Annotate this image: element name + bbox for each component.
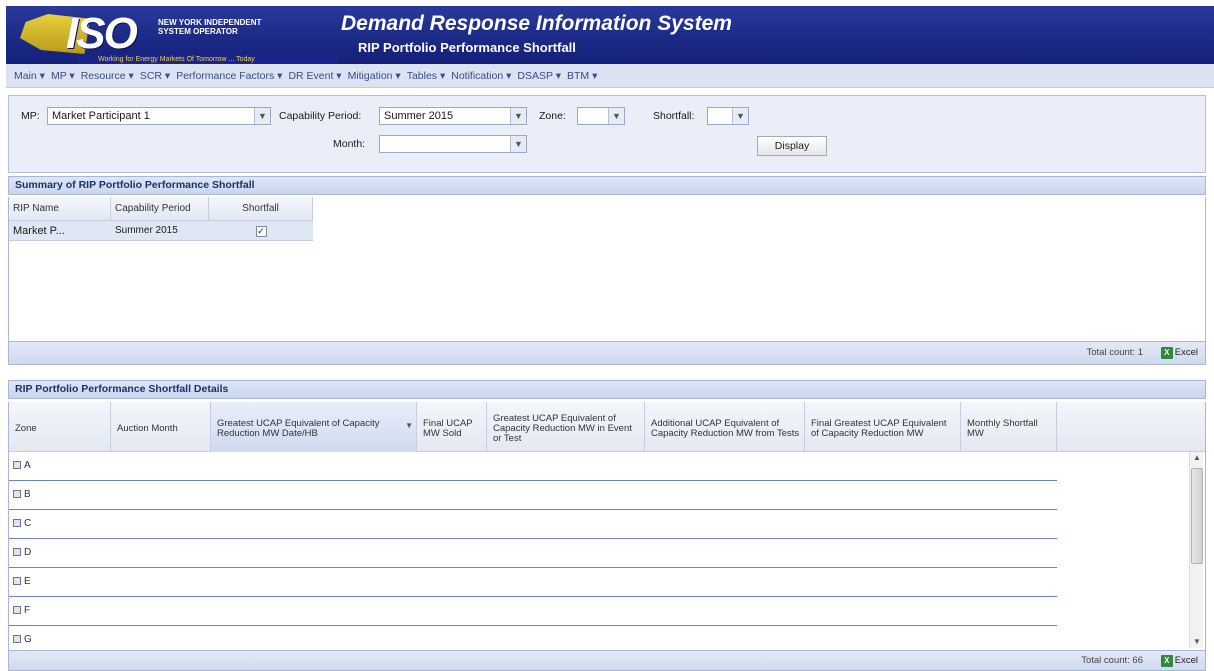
- column-header-greatest-ucap-date-label: Greatest UCAP Equivalent of Capacity Red…: [217, 418, 380, 439]
- mp-select-value: Market Participant 1: [52, 110, 150, 122]
- group-label: C: [24, 518, 32, 529]
- rip-name-cell: Market P...: [13, 225, 65, 237]
- zone-select[interactable]: ▼: [577, 107, 625, 125]
- group-label: A: [24, 460, 31, 471]
- column-header-capability-period[interactable]: Capability Period: [111, 197, 209, 220]
- chevron-down-icon[interactable]: ▼: [732, 108, 748, 124]
- excel-label: Excel: [1174, 347, 1198, 358]
- excel-label: Excel: [1174, 655, 1198, 666]
- menu-mitigation[interactable]: Mitigation ▾: [348, 70, 401, 82]
- excel-icon: X: [1160, 655, 1173, 667]
- details-excel-button[interactable]: X Excel: [1159, 653, 1201, 669]
- scroll-up-icon[interactable]: ▲: [1190, 452, 1204, 464]
- menu-scr[interactable]: SCR ▾: [140, 70, 170, 82]
- column-header-monthly-shortfall[interactable]: Monthly Shortfall MW: [961, 402, 1057, 452]
- group-label: F: [24, 605, 31, 616]
- month-label: Month:: [333, 138, 366, 150]
- mp-label: MP:: [21, 110, 40, 122]
- column-header-additional-ucap-tests[interactable]: Additional UCAP Equivalent of Capacity R…: [645, 402, 805, 452]
- summary-excel-button[interactable]: X Excel: [1159, 345, 1201, 361]
- group-label: D: [24, 547, 32, 558]
- column-header-zone[interactable]: Zone: [9, 402, 111, 452]
- shortfall-cell: ✓: [209, 221, 313, 240]
- chevron-down-icon[interactable]: ▼: [510, 108, 526, 124]
- menu-dsasp[interactable]: DSASP ▾: [517, 70, 561, 82]
- capability-period-cell: Summer 2015: [115, 225, 178, 236]
- capability-period-select[interactable]: Summer 2015 ▼: [379, 107, 527, 125]
- excel-icon: X: [1160, 347, 1173, 359]
- expand-icon[interactable]: [13, 606, 21, 615]
- shortfall-label: Shortfall:: [653, 110, 695, 122]
- shortfall-select[interactable]: ▼: [707, 107, 749, 125]
- scroll-down-icon[interactable]: ▼: [1190, 636, 1204, 648]
- nyiso-logo: ISO NEW YORK INDEPENDENT SYSTEM OPERATOR…: [20, 9, 340, 64]
- column-header-rip-name[interactable]: RIP Name: [9, 197, 111, 220]
- column-header-greatest-ucap-date[interactable]: Greatest UCAP Equivalent of Capacity Red…: [211, 402, 417, 452]
- scrollbar-thumb[interactable]: [1191, 468, 1203, 564]
- menu-btm[interactable]: BTM ▾: [567, 70, 597, 82]
- app-title: Demand Response Information System: [341, 12, 732, 35]
- menu-mp[interactable]: MP ▾: [51, 70, 75, 82]
- details-total-count: Total count: 66: [1081, 655, 1143, 666]
- group-label: B: [24, 489, 31, 500]
- group-row-zone-g[interactable]: G: [9, 626, 1057, 650]
- display-button[interactable]: Display: [757, 136, 827, 156]
- chevron-down-icon[interactable]: ▼: [254, 108, 270, 124]
- zone-label: Zone:: [539, 110, 566, 122]
- summary-grid: RIP Name Capability Period Shortfall Mar…: [8, 197, 1206, 341]
- tagline: Working for Energy Markets Of Tomorrow .…: [78, 55, 338, 64]
- mp-select[interactable]: Market Participant 1 ▼: [47, 107, 271, 125]
- expand-icon[interactable]: [13, 490, 21, 499]
- group-row-zone-a[interactable]: A: [9, 452, 1057, 481]
- column-header-final-greatest-ucap[interactable]: Final Greatest UCAP Equivalent of Capaci…: [805, 402, 961, 452]
- menu-notification[interactable]: Notification ▾: [451, 70, 511, 82]
- details-header-row: Zone Auction Month Greatest UCAP Equival…: [9, 402, 1205, 452]
- details-footer: Total count: 66 X Excel: [8, 650, 1206, 671]
- summary-total-count: Total count: 1: [1086, 347, 1143, 358]
- group-row-zone-b[interactable]: B: [9, 481, 1057, 510]
- chevron-down-icon[interactable]: ▼: [608, 108, 624, 124]
- menu-dr-event[interactable]: DR Event ▾: [288, 70, 341, 82]
- menu-resource[interactable]: Resource ▾: [81, 70, 134, 82]
- group-row-zone-d[interactable]: D: [9, 539, 1057, 568]
- expand-icon[interactable]: [13, 519, 21, 528]
- column-header-auction-month[interactable]: Auction Month: [111, 402, 211, 452]
- filter-panel: MP: Market Participant 1 ▼ Capability Pe…: [8, 95, 1206, 173]
- expand-icon[interactable]: [13, 635, 21, 644]
- menu-performance-factors[interactable]: Performance Factors ▾: [176, 70, 282, 82]
- details-grid: Zone Auction Month Greatest UCAP Equival…: [8, 402, 1206, 650]
- shortfall-checkbox: ✓: [255, 225, 267, 237]
- chevron-down-icon[interactable]: ▼: [510, 136, 526, 152]
- column-header-shortfall[interactable]: Shortfall: [209, 197, 313, 220]
- details-vertical-scrollbar[interactable]: ▲ ▼: [1189, 452, 1203, 648]
- group-row-zone-e[interactable]: E: [9, 568, 1057, 597]
- summary-footer: Total count: 1 X Excel: [8, 341, 1206, 365]
- logo-text: ISO: [66, 9, 138, 58]
- column-header-final-ucap-sold[interactable]: Final UCAP MW Sold: [417, 402, 487, 452]
- org-name: NEW YORK INDEPENDENT SYSTEM OPERATOR: [158, 18, 262, 36]
- header-banner: ISO NEW YORK INDEPENDENT SYSTEM OPERATOR…: [6, 6, 1214, 64]
- month-select[interactable]: ▼: [379, 135, 527, 153]
- table-row[interactable]: Market P... Summer 2015 ✓: [9, 221, 313, 241]
- group-row-zone-c[interactable]: C: [9, 510, 1057, 539]
- menu-tables[interactable]: Tables ▾: [407, 70, 446, 82]
- column-header-greatest-ucap-event[interactable]: Greatest UCAP Equivalent of Capacity Red…: [487, 402, 645, 452]
- capability-period-label: Capability Period:: [279, 110, 362, 122]
- main-menu: Main ▾ MP ▾ Resource ▾ SCR ▾ Performance…: [6, 64, 1214, 88]
- group-label: G: [24, 634, 32, 645]
- expand-icon[interactable]: [13, 461, 21, 470]
- summary-section-title: Summary of RIP Portfolio Performance Sho…: [8, 176, 1206, 195]
- expand-icon[interactable]: [13, 577, 21, 586]
- details-section-title: RIP Portfolio Performance Shortfall Deta…: [8, 380, 1206, 399]
- capability-period-value: Summer 2015: [384, 110, 454, 122]
- menu-main[interactable]: Main ▾: [14, 70, 45, 82]
- group-row-zone-f[interactable]: F: [9, 597, 1057, 626]
- page-title: RIP Portfolio Performance Shortfall: [358, 40, 576, 55]
- sort-descending-icon[interactable]: ▼: [405, 421, 413, 431]
- expand-icon[interactable]: [13, 548, 21, 557]
- group-label: E: [24, 576, 31, 587]
- summary-header-row: RIP Name Capability Period Shortfall: [9, 197, 313, 221]
